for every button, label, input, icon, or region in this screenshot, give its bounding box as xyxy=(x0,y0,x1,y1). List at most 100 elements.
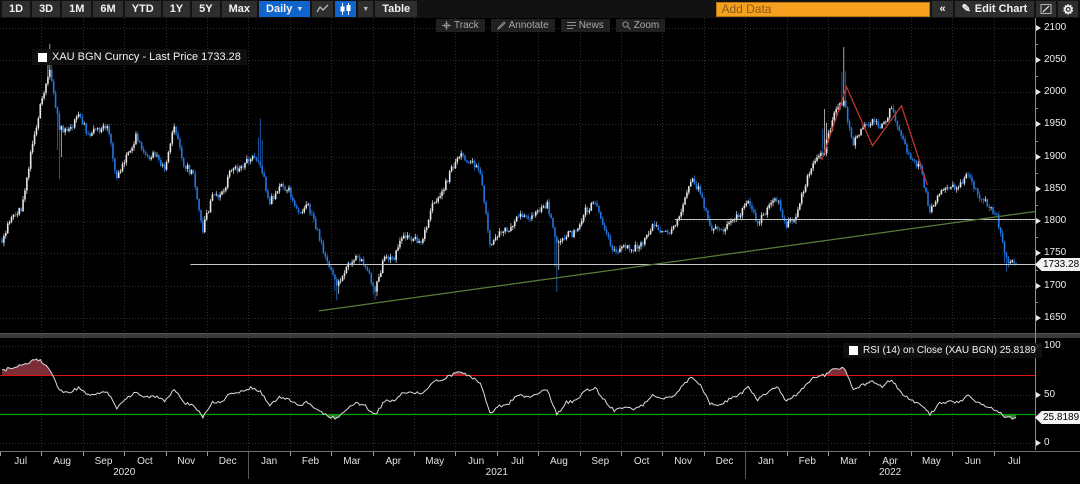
price-minor-tick xyxy=(1035,270,1038,271)
rsi-tick-label: 100 xyxy=(1044,340,1061,351)
x-axis-tick xyxy=(0,452,1,456)
range-button-1d[interactable]: 1D xyxy=(2,1,30,17)
price-chart-canvas[interactable] xyxy=(0,18,1035,333)
x-axis-tick xyxy=(41,452,42,456)
track-button[interactable]: Track xyxy=(436,19,485,32)
price-minor-tick xyxy=(1035,108,1038,109)
x-axis-month-label: Jan xyxy=(248,456,289,467)
pencil-icon xyxy=(497,21,506,30)
x-axis-tick xyxy=(166,452,167,456)
price-tick-label: 2050 xyxy=(1044,54,1066,65)
crosshair-icon xyxy=(442,21,451,30)
x-axis-month-label: Aug xyxy=(41,456,82,467)
range-button-6m[interactable]: 6M xyxy=(93,1,122,17)
x-axis-year-label: 2021 xyxy=(486,467,508,478)
chart-tool-buttons: Track Annotate News Zoom xyxy=(436,19,665,32)
x-axis-month-label: Nov xyxy=(166,456,207,467)
x-axis-month-label: Oct xyxy=(124,456,165,467)
pencil-icon: ✎ xyxy=(962,4,971,15)
range-button-1m[interactable]: 1M xyxy=(62,1,91,17)
price-tick-label: 1700 xyxy=(1044,280,1066,291)
news-button[interactable]: News xyxy=(561,19,610,32)
caret-down-icon: ▼ xyxy=(296,6,303,13)
panel-separator[interactable] xyxy=(0,333,1080,338)
candlestick-chart-type-button[interactable] xyxy=(335,1,356,17)
x-axis-month-label: Mar xyxy=(828,456,869,467)
x-axis-tick xyxy=(621,452,622,456)
x-axis-line xyxy=(0,451,1080,452)
price-tick-label: 2100 xyxy=(1044,22,1066,33)
rsi-tick-marker xyxy=(1036,440,1041,446)
price-minor-tick xyxy=(1035,302,1038,303)
annotate-button[interactable]: Annotate xyxy=(491,19,555,32)
x-axis-month-label: Aug xyxy=(538,456,579,467)
x-axis-tick xyxy=(124,452,125,456)
x-axis-tick xyxy=(828,452,829,456)
x-axis-month-label: Jan xyxy=(745,456,786,467)
price-tick-label: 1800 xyxy=(1044,215,1066,226)
x-axis-tick xyxy=(290,452,291,456)
zoom-button[interactable]: Zoom xyxy=(616,19,666,32)
x-axis-year-separator xyxy=(248,452,249,479)
price-tick-label: 1750 xyxy=(1044,247,1066,258)
price-tick-marker xyxy=(1036,250,1041,256)
price-tick-marker xyxy=(1036,89,1041,95)
rsi-study-legend[interactable]: RSI (14) on Close (XAU BGN) 25.8189 xyxy=(843,343,1042,358)
price-tick-label: 1650 xyxy=(1044,312,1066,323)
x-axis-month-label: Dec xyxy=(207,456,248,467)
bloomberg-chart-window: 1D3D1M6MYTD1Y5YMax Daily ▼ ▼ Table « ✎ E… xyxy=(0,0,1080,484)
x-axis-month-label: Jul xyxy=(0,456,41,467)
price-minor-tick xyxy=(1035,205,1038,206)
range-button-ytd[interactable]: YTD xyxy=(125,1,161,17)
x-axis-tick xyxy=(662,452,663,456)
x-axis-month-label: Jun xyxy=(455,456,496,467)
price-series-legend[interactable]: XAU BGN Curncy - Last Price 1733.28 xyxy=(32,49,247,65)
x-axis-tick xyxy=(331,452,332,456)
x-axis-tick xyxy=(207,452,208,456)
rsi-tick-marker xyxy=(1036,392,1041,398)
price-legend-text: XAU BGN Curncy - Last Price 1733.28 xyxy=(52,51,241,63)
edit-chart-button[interactable]: ✎ Edit Chart xyxy=(955,1,1035,17)
chart-type-dropdown[interactable]: ▼ xyxy=(358,1,373,17)
chart-edit-icon xyxy=(1040,3,1052,15)
x-axis-month-label: Sep xyxy=(83,456,124,467)
x-axis-tick xyxy=(83,452,84,456)
x-axis-month-label: Apr xyxy=(869,456,910,467)
collapse-button[interactable]: « xyxy=(932,1,952,17)
x-axis-tick xyxy=(787,452,788,456)
news-label: News xyxy=(579,20,604,31)
range-button-1y[interactable]: 1Y xyxy=(163,1,190,17)
period-dropdown[interactable]: Daily ▼ xyxy=(259,1,310,17)
last-price-badge: 1733.28 xyxy=(1035,258,1080,271)
x-axis-tick xyxy=(373,452,374,456)
rsi-legend-text: RSI (14) on Close (XAU BGN) 25.8189 xyxy=(863,345,1036,356)
candlestick-icon xyxy=(339,3,352,15)
settings-button[interactable]: ⚙ xyxy=(1058,1,1078,17)
chart-annotate-button[interactable] xyxy=(1036,1,1056,17)
price-tick-marker xyxy=(1036,283,1041,289)
table-button[interactable]: Table xyxy=(375,1,417,17)
track-label: Track xyxy=(454,20,479,31)
range-button-3d[interactable]: 3D xyxy=(32,1,60,17)
line-chart-type-button[interactable] xyxy=(312,1,333,17)
range-button-max[interactable]: Max xyxy=(222,1,257,17)
x-axis-month-label: Sep xyxy=(580,456,621,467)
price-tick-marker xyxy=(1036,315,1041,321)
x-axis-tick xyxy=(952,452,953,456)
add-data-input[interactable] xyxy=(716,2,930,17)
x-axis-month-label: May xyxy=(911,456,952,467)
price-tick-label: 1950 xyxy=(1044,118,1066,129)
price-tick-label: 2000 xyxy=(1044,86,1066,97)
range-button-5y[interactable]: 5Y xyxy=(192,1,219,17)
x-axis-tick xyxy=(538,452,539,456)
price-tick-marker xyxy=(1036,154,1041,160)
x-axis-month-label: Jul xyxy=(994,456,1035,467)
price-tick-label: 1900 xyxy=(1044,151,1066,162)
x-axis-tick xyxy=(911,452,912,456)
period-label: Daily xyxy=(266,3,292,15)
x-axis-month-label: Jun xyxy=(952,456,993,467)
x-axis-tick xyxy=(580,452,581,456)
price-minor-tick xyxy=(1035,173,1038,174)
x-axis-tick xyxy=(414,452,415,456)
x-axis-month-label: Feb xyxy=(787,456,828,467)
